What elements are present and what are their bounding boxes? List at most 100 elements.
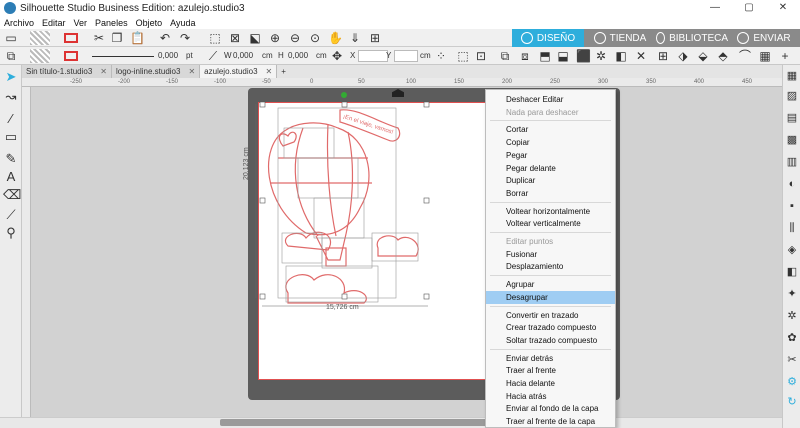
- lock-ratio-icon[interactable]: ⁘: [434, 49, 448, 63]
- knife-panel-icon[interactable]: ✂: [785, 353, 799, 367]
- menu-paneles[interactable]: Paneles: [95, 18, 128, 28]
- select-all-icon[interactable]: ⬚: [208, 31, 222, 45]
- eraser-icon[interactable]: ⌫: [3, 187, 21, 203]
- menu-item-convertir-en-trazado[interactable]: Convertir en trazado: [486, 309, 615, 322]
- menu-item-enviar-al-fondo-de-la-capa[interactable]: Enviar al fondo de la capa: [486, 402, 615, 415]
- paste-icon[interactable]: 📋: [130, 31, 145, 45]
- x-field[interactable]: [358, 50, 388, 62]
- line-color-icon[interactable]: [64, 33, 78, 43]
- align-icon[interactable]: ⬚: [456, 49, 470, 63]
- copy-icon[interactable]: ❐: [110, 31, 124, 45]
- menu-editar[interactable]: Editar: [42, 18, 66, 28]
- select-arrow-icon[interactable]: ➤: [3, 69, 19, 85]
- align-center-icon[interactable]: ⊡: [474, 49, 488, 63]
- menu-objeto[interactable]: Objeto: [136, 18, 163, 28]
- star-shape-icon[interactable]: ✲: [594, 49, 608, 63]
- delete-x-icon[interactable]: ✕: [634, 49, 648, 63]
- eyedropper-icon[interactable]: ⚲: [3, 225, 19, 241]
- new-tab-button[interactable]: +: [277, 65, 290, 78]
- weld-panel-icon[interactable]: ✦: [785, 287, 799, 301]
- menu-item-soltar-trazado-compuesto[interactable]: Soltar trazado compuesto: [486, 334, 615, 347]
- undo-icon[interactable]: ↶: [158, 31, 172, 45]
- menu-item-desagrupar[interactable]: Desagrupar: [486, 290, 615, 304]
- subtract-icon[interactable]: ◧: [614, 49, 628, 63]
- point-edit-icon[interactable]: ↝: [3, 89, 19, 105]
- line-panel-icon[interactable]: ▤: [785, 111, 799, 125]
- close-tab-icon[interactable]: ✕: [266, 65, 273, 78]
- line-width-value[interactable]: 0,000: [158, 51, 178, 60]
- tab-diseno[interactable]: DISEÑO: [512, 29, 584, 47]
- align-panel-icon[interactable]: ⫼: [785, 221, 799, 235]
- image-panel-icon[interactable]: ▪: [785, 199, 799, 213]
- redo-icon[interactable]: ↷: [178, 31, 192, 45]
- package-alt-icon[interactable]: ⬘: [716, 49, 730, 63]
- knife-icon[interactable]: ⟋: [3, 207, 19, 223]
- stroke-color-icon[interactable]: [64, 51, 78, 61]
- menu-item-traer-al-frente-de-la-capa[interactable]: Traer al frente de la capa: [486, 415, 615, 428]
- zoom-select-icon[interactable]: ⊙: [308, 31, 322, 45]
- maximize-button[interactable]: ▢: [732, 0, 766, 16]
- arrange-icon[interactable]: ⧉: [498, 49, 512, 63]
- replicate-panel-icon[interactable]: ✲: [785, 309, 799, 323]
- line-tool-icon[interactable]: ⟋: [206, 49, 220, 63]
- gradient-panel-icon[interactable]: ▥: [785, 155, 799, 169]
- pan-hand-icon[interactable]: ✋: [328, 31, 343, 45]
- shapes-panel-icon[interactable]: ◧: [785, 265, 799, 279]
- rectangle-tool-icon[interactable]: ▭: [3, 129, 19, 145]
- menu-item-agrupar[interactable]: Agrupar: [486, 278, 615, 291]
- close-tab-icon[interactable]: ✕: [188, 65, 195, 78]
- pencil-icon[interactable]: ✎: [3, 151, 19, 167]
- doc-tab-sin-titulo[interactable]: Sin título-1.studio3 ✕: [22, 65, 112, 78]
- tab-tienda[interactable]: TIENDA: [584, 29, 656, 47]
- line-tool-icon-left[interactable]: ∕: [3, 111, 19, 127]
- menu-item-duplicar[interactable]: Duplicar: [486, 174, 615, 187]
- arrange-back-icon[interactable]: ⧈: [518, 49, 532, 63]
- package-icon[interactable]: ⬙: [696, 49, 710, 63]
- group-objects-icon[interactable]: ⬒: [538, 49, 552, 63]
- curve-icon[interactable]: ⌒: [738, 49, 752, 63]
- fit-page-icon[interactable]: ⊞: [368, 31, 382, 45]
- menu-item-pegar-delante[interactable]: Pegar delante: [486, 162, 615, 175]
- fill-panel-icon[interactable]: ▨: [785, 89, 799, 103]
- offset-panel-icon[interactable]: ◈: [785, 243, 799, 257]
- menu-item-desplazamiento[interactable]: Desplazamiento: [486, 260, 615, 273]
- settings-gear-icon[interactable]: ⚙: [785, 375, 799, 389]
- box-3d-icon[interactable]: ⬗: [676, 49, 690, 63]
- line-style-preview[interactable]: [92, 56, 154, 57]
- minimize-button[interactable]: —: [698, 0, 732, 16]
- deselect-icon[interactable]: ⊠: [228, 31, 242, 45]
- menu-ayuda[interactable]: Ayuda: [170, 18, 195, 28]
- menu-archivo[interactable]: Archivo: [4, 18, 34, 28]
- menu-item-traer-al-frente[interactable]: Traer al frente: [486, 364, 615, 377]
- h-value[interactable]: 0,000: [288, 51, 308, 60]
- menu-item-borrar[interactable]: Borrar: [486, 187, 615, 200]
- weld-icon[interactable]: ⬛: [576, 49, 591, 63]
- close-button[interactable]: ✕: [766, 0, 800, 16]
- zoom-out-icon[interactable]: ⊖: [288, 31, 302, 45]
- replicate-icon[interactable]: ⊞: [656, 49, 670, 63]
- menu-item-cortar[interactable]: Cortar: [486, 123, 615, 136]
- zoom-in-icon[interactable]: ⊕: [268, 31, 282, 45]
- pattern-panel-icon[interactable]: ▩: [785, 133, 799, 147]
- menu-item-hacia-atr-s[interactable]: Hacia atrás: [486, 390, 615, 403]
- menu-item-pegar[interactable]: Pegar: [486, 149, 615, 162]
- y-field[interactable]: [394, 50, 418, 62]
- new-file-icon[interactable]: ▭: [4, 31, 18, 45]
- menu-item-fusionar[interactable]: Fusionar: [486, 248, 615, 261]
- menu-item-hacia-delante[interactable]: Hacia delante: [486, 377, 615, 390]
- menu-item-voltear-horizontalmente[interactable]: Voltear horizontalmente: [486, 205, 615, 218]
- menu-item-crear-trazado-compuesto[interactable]: Crear trazado compuesto: [486, 321, 615, 334]
- doc-tab-logo-inline[interactable]: logo-inline.studio3 ✕: [111, 65, 201, 78]
- move-arrows-icon[interactable]: ✥: [330, 49, 344, 63]
- w-value[interactable]: 0,000: [233, 51, 253, 60]
- nest-panel-icon[interactable]: ✿: [785, 331, 799, 345]
- ungroup-objects-icon[interactable]: ⬓: [556, 49, 570, 63]
- group-icon[interactable]: ⧉: [4, 49, 18, 63]
- fill-pattern-icon[interactable]: [30, 31, 50, 45]
- doc-tab-azulejo[interactable]: azulejo.studio3 ✕: [200, 65, 278, 78]
- close-tab-icon[interactable]: ✕: [100, 65, 107, 78]
- sync-icon[interactable]: ↻: [785, 395, 799, 409]
- menu-item-voltear-verticalmente[interactable]: Voltear verticalmente: [486, 217, 615, 230]
- menu-ver[interactable]: Ver: [74, 18, 88, 28]
- menu-item-deshacer-editar[interactable]: Deshacer Editar: [486, 93, 615, 106]
